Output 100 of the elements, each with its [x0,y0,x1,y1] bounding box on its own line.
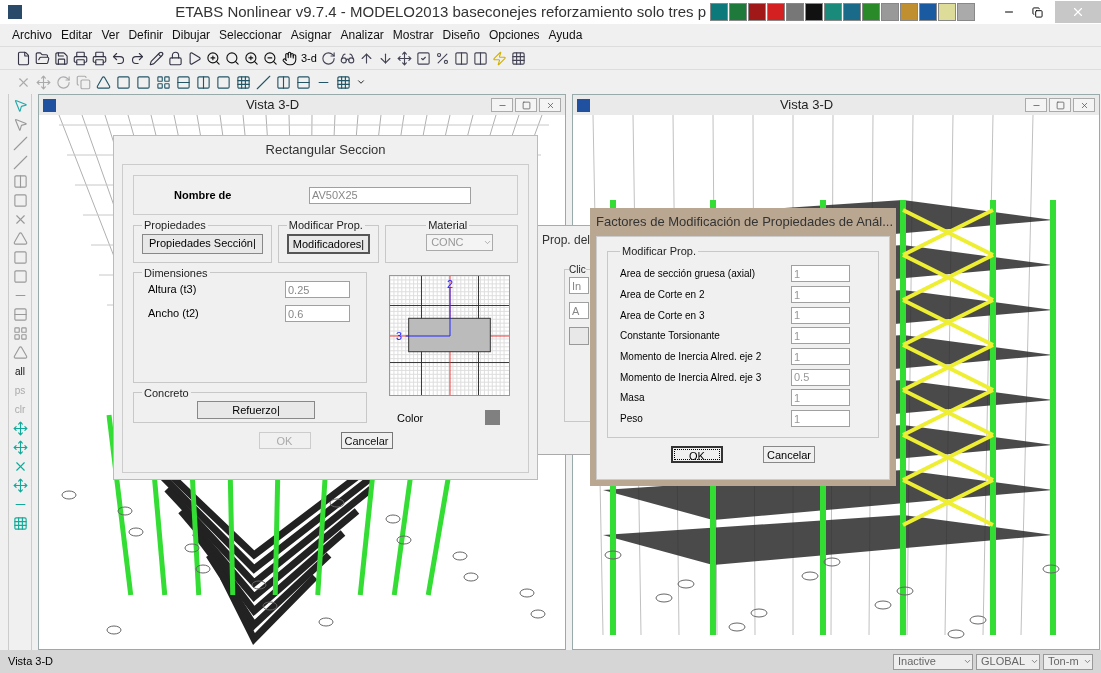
column-icon[interactable] [12,174,28,189]
zoom-in-icon[interactable] [244,50,259,66]
maximize-button[interactable] [515,98,537,112]
grid-icon[interactable] [510,50,526,66]
close-icon [545,100,555,110]
minimize-button[interactable] [491,98,513,112]
close-icon [1079,100,1089,110]
save-icon[interactable] [54,50,69,66]
menu-item[interactable]: Ayuda [548,26,583,44]
dimension-field[interactable]: 0.6 [285,305,350,322]
status-dropdown[interactable]: Inactive [893,653,973,670]
status-dropdown[interactable]: GLOBAL [976,653,1040,670]
app-icon [43,98,56,112]
play-icon[interactable] [187,50,202,66]
frame-icon[interactable] [472,50,488,66]
text-field[interactable]: A [569,302,589,319]
rows-icon[interactable] [296,74,311,90]
dialog-button[interactable]: Cancelar [340,432,393,449]
pointer-icon[interactable] [12,98,28,113]
property-label: Area de Corte en 2 [620,288,706,303]
printer-icon[interactable] [73,50,88,66]
square-icon[interactable] [12,269,28,284]
menu-item[interactable]: Mostrar [392,26,434,44]
square-icon[interactable] [12,193,28,208]
checkbox-icon[interactable] [415,50,431,66]
menu-item[interactable]: Seleccionar [219,26,282,44]
pencil-icon[interactable] [149,50,164,66]
select-button[interactable]: all [15,364,25,379]
slash-icon[interactable] [256,74,271,90]
group-label: Clic [569,263,586,277]
text-field[interactable]: In [569,277,589,294]
percent-icon[interactable] [434,50,450,66]
color-label: Color [397,410,424,426]
menu-item[interactable]: Archivo [12,26,52,44]
dialog-title: Prop. del [542,232,591,249]
square-icon[interactable] [136,74,151,90]
columns-icon[interactable] [196,74,211,90]
view-title: Vista 3-D [244,96,301,115]
property-label: Area de sección gruesa (axial) [620,267,757,282]
zoom-in-icon[interactable] [206,50,221,66]
search-icon[interactable] [225,50,240,66]
app-shortcut-icon[interactable] [748,3,766,21]
arrow-down-icon[interactable] [377,50,393,66]
group-label: Modificar Prop. [621,244,697,259]
pointer-icon[interactable] [12,117,28,132]
close-button[interactable] [539,98,561,112]
maximize-button[interactable] [1049,98,1071,112]
minimize-button[interactable] [1025,98,1047,112]
zoom-out-icon[interactable] [263,50,278,66]
section-diagram: 2 3 [389,274,510,396]
dimension-field[interactable]: 0.25 [285,281,350,298]
window-title: ETABS Nonlinear v9.7.4 - MODELO2013 baseconejes reforzamiento solo tres p [175,1,706,22]
undo-icon[interactable] [111,50,126,66]
folder-icon[interactable] [35,50,50,66]
redo-icon[interactable] [130,50,145,66]
color-swatch[interactable] [485,410,500,426]
button[interactable] [569,327,589,345]
property-label: Momento de Inercia Alred. eje 2 [620,350,763,365]
dialog-title: Rectangular Seccion [265,141,386,160]
app-icon [577,98,590,112]
close-button[interactable] [1073,98,1095,112]
status-dropdown[interactable]: Ton-m [1043,653,1093,670]
hand-icon[interactable] [282,50,297,66]
dialog-button[interactable]: Cancelar [763,446,815,463]
3d-view-button[interactable]: 3-d [301,49,317,67]
name-field[interactable]: AV50X25 [309,186,471,204]
triangle-icon[interactable] [96,74,111,90]
maximize-icon [1055,100,1065,110]
menu-item[interactable]: Dibujar [172,26,211,44]
grid-icon[interactable] [156,74,171,90]
file-icon[interactable] [16,50,31,66]
columns-icon[interactable] [276,74,291,90]
square-icon[interactable] [12,250,28,265]
menu-item[interactable]: Ver [101,26,120,44]
copy-icon[interactable] [76,74,91,90]
app-shortcut-icon[interactable] [938,3,956,21]
menu-item[interactable]: Definir [128,26,164,44]
group-label: Modificar Prop. [287,218,364,233]
grid-icon[interactable] [336,74,351,90]
menu-item[interactable]: Editar [61,26,93,44]
group-label: Concreto [143,385,190,401]
lock-icon[interactable] [168,50,183,66]
square-icon[interactable] [116,74,131,90]
menu-item[interactable]: Diseño [442,26,480,44]
rotate-icon[interactable] [320,50,336,66]
square-icon[interactable] [216,74,231,90]
grid-icon[interactable] [236,74,251,90]
frame-icon[interactable] [453,50,469,66]
menu-item[interactable]: Asignar [290,26,332,44]
app-shortcut-icon[interactable] [805,3,823,21]
section-properties-button[interactable]: Propiedades Sección| [142,233,263,254]
menu-item[interactable]: Opciones [488,26,540,44]
view-title: Vista 3-D [778,96,835,115]
move-icon[interactable] [396,50,412,66]
rows-icon[interactable] [176,74,191,90]
modifiers-button[interactable]: Modificadores| [286,233,371,254]
printer-icon[interactable] [92,50,107,66]
menu-item[interactable]: Analizar [340,26,384,44]
rebar-button[interactable]: Refuerzo| [197,401,315,419]
property-label: Constante Torsionante [620,329,721,344]
